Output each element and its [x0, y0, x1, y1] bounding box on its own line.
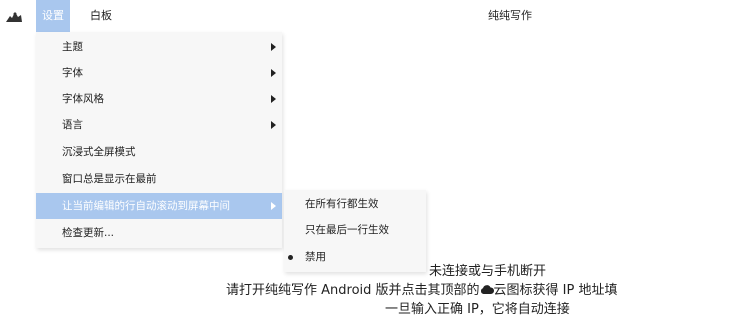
settings-dropdown-menu: 主题 字体 字体风格 语言 沉浸式全屏模式 窗口总是显示在最前 让当前编辑的行自…: [36, 32, 282, 248]
submenu-item-label: 禁用: [305, 251, 326, 263]
menu-item-check-updates[interactable]: 检查更新...: [36, 220, 282, 246]
submenu-item-last-line-only[interactable]: 只在最后一行生效: [284, 217, 426, 244]
submenu-item-disabled[interactable]: 禁用: [284, 244, 426, 271]
submenu-item-label: 在所有行都生效: [305, 198, 379, 210]
app-logo-icon[interactable]: [4, 10, 24, 24]
chevron-right-icon: [271, 202, 276, 210]
submenu-item-all-lines[interactable]: 在所有行都生效: [284, 191, 426, 218]
cloud-icon: [480, 285, 494, 294]
chevron-right-icon: [271, 121, 276, 129]
status-disconnected-text: 未连接或与手机断开: [429, 264, 547, 279]
menu-item-label: 主题: [62, 41, 83, 53]
instruction-part-2: 云图标获得 IP 地址填: [493, 283, 618, 298]
instruction-part-1: 请打开纯纯写作 Android 版并点击其顶部的: [226, 283, 480, 298]
radio-selected-icon: [288, 255, 293, 260]
menu-item-label: 语言: [62, 119, 83, 131]
menu-bar: 设置 白板 纯纯写作: [0, 0, 730, 32]
chevron-right-icon: [271, 95, 276, 103]
menu-item-language[interactable]: 语言: [36, 112, 282, 138]
status-instruction-text: 请打开纯纯写作 Android 版并点击其顶部的 云图标获得 IP 地址填: [226, 279, 617, 298]
menu-item-immersive-fullscreen[interactable]: 沉浸式全屏模式: [36, 139, 282, 165]
chevron-right-icon: [271, 43, 276, 51]
status-autoconnect-text: 一旦输入正确 IP，它将自动连接: [385, 302, 570, 317]
menu-item-font[interactable]: 字体: [36, 60, 282, 86]
menu-settings[interactable]: 设置: [36, 0, 70, 32]
menu-item-label: 检查更新...: [62, 227, 115, 239]
menu-item-label: 窗口总是显示在最前: [62, 173, 157, 185]
auto-scroll-submenu: 在所有行都生效 只在最后一行生效 禁用: [284, 190, 426, 272]
menu-item-label: 让当前编辑的行自动滚动到屏幕中间: [62, 200, 230, 212]
submenu-item-label: 只在最后一行生效: [305, 224, 389, 236]
menu-item-auto-scroll-center[interactable]: 让当前编辑的行自动滚动到屏幕中间: [36, 193, 282, 219]
menu-item-label: 字体: [62, 67, 83, 79]
window-title: 纯纯写作: [488, 9, 532, 22]
menu-item-label: 字体风格: [62, 93, 104, 105]
menu-item-label: 沉浸式全屏模式: [62, 146, 136, 158]
menu-whiteboard[interactable]: 白板: [90, 0, 112, 32]
menu-item-font-style[interactable]: 字体风格: [36, 86, 282, 112]
menu-item-always-on-top[interactable]: 窗口总是显示在最前: [36, 166, 282, 192]
menu-item-theme[interactable]: 主题: [36, 34, 282, 60]
chevron-right-icon: [271, 69, 276, 77]
